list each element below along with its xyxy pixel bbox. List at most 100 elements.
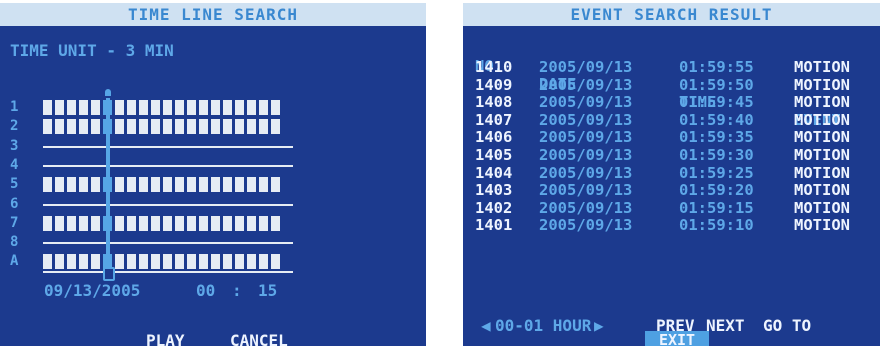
timeline-cell[interactable]: [79, 216, 88, 231]
timeline-cell[interactable]: [163, 216, 172, 231]
play-button[interactable]: PLAY: [146, 331, 185, 346]
timeline-cell[interactable]: [115, 216, 124, 231]
timeline-cell[interactable]: [223, 254, 232, 269]
timeline-cell[interactable]: [139, 100, 148, 115]
timeline-cell[interactable]: [67, 119, 76, 134]
timeline-cell[interactable]: [235, 119, 244, 134]
goto-button[interactable]: GO TO: [763, 316, 811, 335]
timeline-cell[interactable]: [79, 119, 88, 134]
timeline-cell[interactable]: [127, 119, 136, 134]
timeline-cell[interactable]: [91, 119, 100, 134]
timeline-cell[interactable]: [67, 216, 76, 231]
timeline-cell[interactable]: [79, 177, 88, 192]
timeline-cell[interactable]: [43, 100, 52, 115]
next-hour-arrow-icon[interactable]: ▶: [594, 316, 604, 335]
timeline-cell[interactable]: [151, 216, 160, 231]
timeline-cell[interactable]: [187, 216, 196, 231]
timeline-cell[interactable]: [175, 100, 184, 115]
timeline-cursor-knob[interactable]: [103, 267, 115, 281]
timeline-cell[interactable]: [271, 216, 280, 231]
timeline-cell[interactable]: [187, 100, 196, 115]
timeline-cell[interactable]: [163, 119, 172, 134]
timeline-cell[interactable]: [67, 100, 76, 115]
timeline-cell[interactable]: [43, 254, 52, 269]
timeline-cell[interactable]: [115, 100, 124, 115]
prev-hour-arrow-icon[interactable]: ◀: [481, 316, 491, 335]
timeline-cell[interactable]: [259, 216, 268, 231]
timeline-cell[interactable]: [187, 254, 196, 269]
timeline-cell[interactable]: [211, 177, 220, 192]
timeline-cell[interactable]: [199, 100, 208, 115]
timeline-cell[interactable]: [67, 254, 76, 269]
timeline-empty-row[interactable]: [43, 146, 293, 148]
timeline-cell[interactable]: [55, 254, 64, 269]
timeline-cell[interactable]: [259, 254, 268, 269]
timeline-cell[interactable]: [211, 119, 220, 134]
timeline-cell[interactable]: [151, 177, 160, 192]
timeline-cell[interactable]: [187, 177, 196, 192]
search-hour-field[interactable]: 00: [196, 281, 215, 300]
timeline-cell[interactable]: [199, 177, 208, 192]
timeline-cell[interactable]: [163, 100, 172, 115]
timeline-cell[interactable]: [271, 254, 280, 269]
timeline-cell[interactable]: [55, 177, 64, 192]
timeline-cell[interactable]: [235, 100, 244, 115]
timeline-cell[interactable]: [223, 177, 232, 192]
timeline-cell[interactable]: [55, 119, 64, 134]
timeline-empty-row[interactable]: [43, 165, 293, 167]
timeline-cell[interactable]: [223, 119, 232, 134]
timeline-cell[interactable]: [199, 254, 208, 269]
timeline-cell[interactable]: [211, 100, 220, 115]
timeline-cell[interactable]: [79, 100, 88, 115]
timeline-cell[interactable]: [259, 119, 268, 134]
timeline-cell[interactable]: [175, 216, 184, 231]
timeline-cell[interactable]: [115, 119, 124, 134]
timeline-cell[interactable]: [187, 119, 196, 134]
timeline-cell[interactable]: [91, 177, 100, 192]
timeline-cell[interactable]: [91, 100, 100, 115]
timeline-row[interactable]: [43, 254, 280, 269]
timeline-cell[interactable]: [271, 119, 280, 134]
timeline-row[interactable]: [43, 177, 280, 192]
timeline-cell[interactable]: [247, 119, 256, 134]
timeline-cell[interactable]: [247, 100, 256, 115]
timeline-cell[interactable]: [271, 100, 280, 115]
timeline-cell[interactable]: [127, 254, 136, 269]
timeline-cell[interactable]: [211, 216, 220, 231]
timeline-cell[interactable]: [235, 216, 244, 231]
timeline-cell[interactable]: [199, 216, 208, 231]
search-minute-field[interactable]: 15: [258, 281, 277, 300]
timeline-cell[interactable]: [175, 119, 184, 134]
timeline-empty-row[interactable]: [43, 242, 293, 244]
timeline-cell[interactable]: [223, 100, 232, 115]
search-date-field[interactable]: 09/13/2005: [44, 281, 140, 300]
timeline-cursor[interactable]: [106, 98, 110, 273]
timeline-cell[interactable]: [127, 216, 136, 231]
timeline-cell[interactable]: [151, 254, 160, 269]
timeline-cell[interactable]: [127, 100, 136, 115]
timeline-empty-row[interactable]: [43, 204, 293, 206]
timeline-cell[interactable]: [223, 216, 232, 231]
timeline-cell[interactable]: [91, 216, 100, 231]
timeline-cell[interactable]: [79, 254, 88, 269]
timeline-cell[interactable]: [247, 177, 256, 192]
timeline-cell[interactable]: [139, 216, 148, 231]
timeline-cell[interactable]: [235, 177, 244, 192]
cancel-button[interactable]: CANCEL: [230, 331, 288, 346]
timeline-cell[interactable]: [67, 177, 76, 192]
timeline-row[interactable]: [43, 119, 280, 134]
timeline-cell[interactable]: [115, 254, 124, 269]
timeline-cell[interactable]: [139, 177, 148, 192]
timeline-cell[interactable]: [139, 119, 148, 134]
timeline-cell[interactable]: [43, 216, 52, 231]
timeline-cell[interactable]: [91, 254, 100, 269]
timeline-cell[interactable]: [43, 119, 52, 134]
timeline-cell[interactable]: [115, 177, 124, 192]
timeline-cell[interactable]: [43, 177, 52, 192]
exit-button[interactable]: EXIT: [645, 331, 709, 346]
timeline-row[interactable]: [43, 216, 280, 231]
timeline-cell[interactable]: [139, 254, 148, 269]
timeline-cell[interactable]: [259, 100, 268, 115]
timeline-cell[interactable]: [271, 177, 280, 192]
timeline-cell[interactable]: [247, 216, 256, 231]
